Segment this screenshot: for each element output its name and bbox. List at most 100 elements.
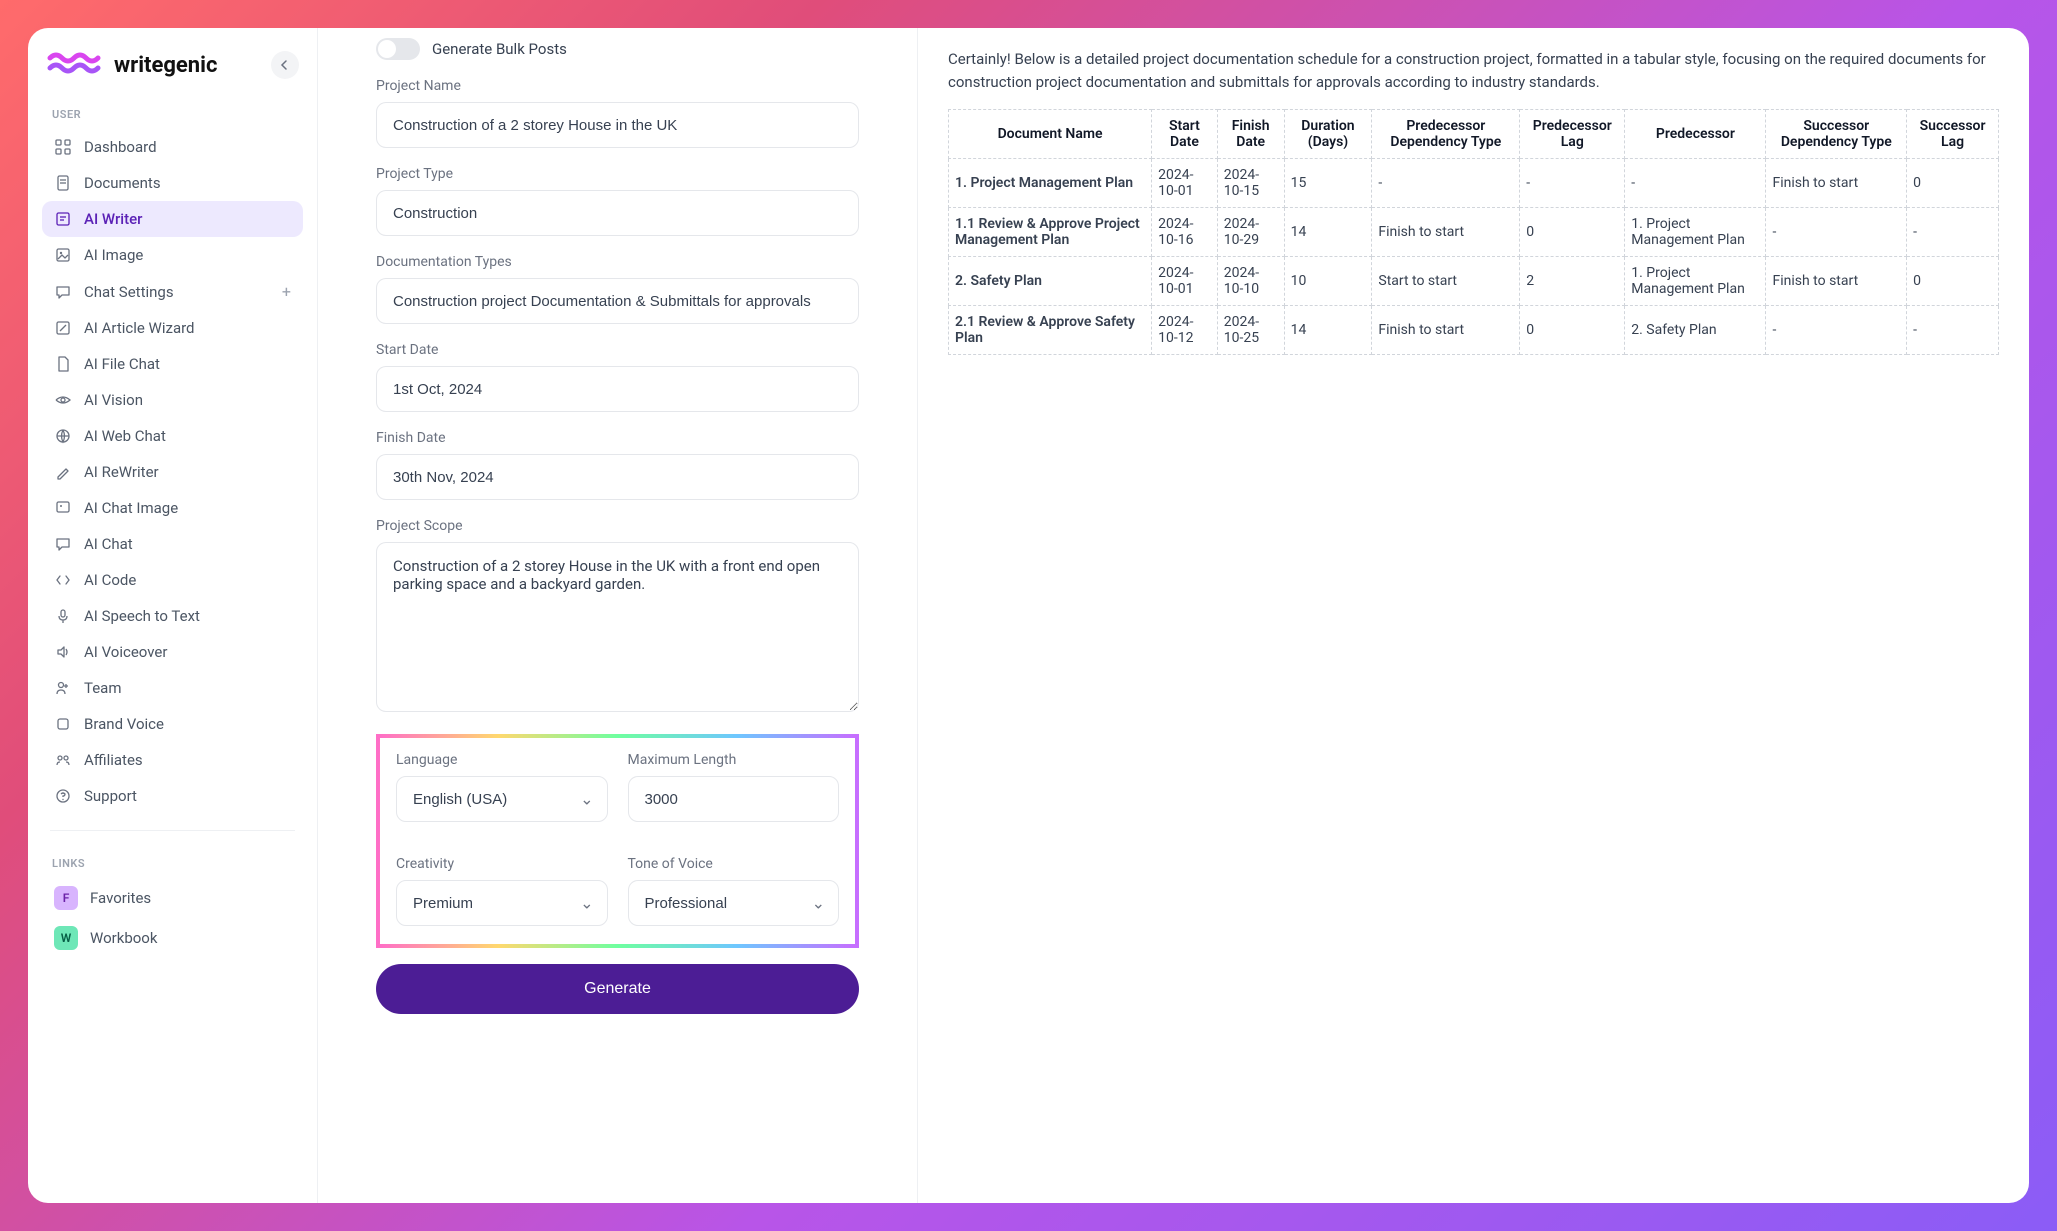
table-header-row: Document Name Start Date Finish Date Dur… [949,110,1999,159]
wand-icon [54,319,72,337]
sidebar-item-ai-vision[interactable]: AI Vision [42,382,303,418]
table-cell: 2024-10-15 [1217,159,1284,208]
th-duration: Duration (Days) [1284,110,1372,159]
sidebar-item-chat-settings[interactable]: Chat Settings + [42,273,303,310]
sidebar-item-ai-image[interactable]: AI Image [42,237,303,273]
image-icon [54,246,72,264]
sidebar-item-ai-writer[interactable]: AI Writer [42,201,303,237]
language-select[interactable] [396,776,608,822]
sidebar-item-ai-web-chat[interactable]: AI Web Chat [42,418,303,454]
table-cell: Finish to start [1372,306,1520,355]
sidebar-item-label: Support [84,787,137,805]
sidebar-link-label: Favorites [90,889,151,907]
output-table: Document Name Start Date Finish Date Dur… [948,109,1999,355]
table-row: 1. Project Management Plan2024-10-012024… [949,159,1999,208]
table-cell: - [1907,208,1999,257]
sidebar-section-links: LINKS [52,857,293,870]
start-date-input[interactable] [376,366,859,412]
output-panel: Certainly! Below is a detailed project d… [918,28,2029,1203]
sidebar-link-workbook[interactable]: W Workbook [42,918,303,958]
sidebar-link-label: Workbook [90,929,157,947]
chat-icon [54,283,72,301]
sidebar-item-team[interactable]: Team [42,670,303,706]
sidebar-item-ai-chat[interactable]: AI Chat [42,526,303,562]
creativity-select[interactable] [396,880,608,926]
sidebar-item-label: Chat Settings [84,283,174,301]
globe-icon [54,427,72,445]
table-cell: 1. Project Management Plan [1625,208,1766,257]
logo-row: writegenic [46,50,299,80]
sidebar-collapse-button[interactable] [271,51,299,79]
table-cell: 0 [1907,159,1999,208]
sidebar-item-ai-voiceover[interactable]: AI Voiceover [42,634,303,670]
generate-button[interactable]: Generate [376,964,859,1014]
language-label: Language [396,752,608,768]
logo-mark-icon [46,50,106,80]
divider [50,830,295,831]
bulk-toggle-row: Generate Bulk Posts [376,38,859,60]
logo[interactable]: writegenic [46,50,217,80]
th-finish-date: Finish Date [1217,110,1284,159]
table-cell: Start to start [1372,257,1520,306]
sidebar-item-ai-article-wizard[interactable]: AI Article Wizard [42,310,303,346]
sidebar-item-affiliates[interactable]: Affiliates [42,742,303,778]
bulk-toggle-label: Generate Bulk Posts [432,40,567,58]
doc-types-label: Documentation Types [376,254,859,270]
table-cell: - [1907,306,1999,355]
table-cell: 2024-10-01 [1152,159,1218,208]
sidebar-item-label: AI Web Chat [84,427,166,445]
sidebar-item-support[interactable]: Support [42,778,303,814]
team-icon [54,679,72,697]
table-cell: - [1766,306,1907,355]
sidebar-item-documents[interactable]: Documents [42,165,303,201]
tone-label: Tone of Voice [628,856,840,872]
chat-bubble-icon [54,535,72,553]
project-name-input[interactable] [376,102,859,148]
sidebar-item-label: AI Code [84,571,136,589]
sidebar-item-brand-voice[interactable]: Brand Voice [42,706,303,742]
sidebar-item-ai-chat-image[interactable]: AI Chat Image [42,490,303,526]
maxlen-label: Maximum Length [628,752,840,768]
table-cell: 2024-10-12 [1152,306,1218,355]
document-icon [54,174,72,192]
table-row: 2. Safety Plan2024-10-012024-10-1010Star… [949,257,1999,306]
file-icon [54,355,72,373]
table-cell: 2024-10-01 [1152,257,1218,306]
app-window: writegenic USER Dashboard Documents AI W… [28,28,2029,1203]
project-type-label: Project Type [376,166,859,182]
sidebar-item-ai-file-chat[interactable]: AI File Chat [42,346,303,382]
code-icon [54,571,72,589]
table-cell: 10 [1284,257,1372,306]
project-type-input[interactable] [376,190,859,236]
table-cell: 2. Safety Plan [1625,306,1766,355]
sidebar-item-ai-code[interactable]: AI Code [42,562,303,598]
sidebar-item-label: Dashboard [84,138,157,156]
scope-textarea[interactable] [376,542,859,712]
tone-select[interactable] [628,880,840,926]
grid-icon [54,138,72,156]
sidebar-item-ai-rewriter[interactable]: AI ReWriter [42,454,303,490]
sidebar-item-label: AI Writer [84,210,142,228]
eye-icon [54,391,72,409]
plus-icon: + [282,282,291,301]
table-cell: Finish to start [1766,257,1907,306]
sidebar-link-favorites[interactable]: F Favorites [42,878,303,918]
doc-types-input[interactable] [376,278,859,324]
sidebar-item-label: Documents [84,174,161,192]
sidebar-item-dashboard[interactable]: Dashboard [42,129,303,165]
sidebar-item-label: AI Vision [84,391,143,409]
options-highlight-box: Language ⌄ Maximum Length Creativity ⌄ [376,734,859,948]
sidebar-item-label: AI ReWriter [84,463,159,481]
maxlen-input[interactable] [628,776,840,822]
finish-date-input[interactable] [376,454,859,500]
table-row: 2.1 Review & Approve Safety Plan2024-10-… [949,306,1999,355]
form-panel: Generate Bulk Posts Project Name Project… [318,28,918,1203]
th-pred-dep-type: Predecessor Dependency Type [1372,110,1520,159]
bulk-toggle[interactable] [376,38,420,60]
table-cell: 15 [1284,159,1372,208]
logo-text: writegenic [114,53,217,78]
sidebar-item-ai-speech-to-text[interactable]: AI Speech to Text [42,598,303,634]
badge-icon [54,715,72,733]
sidebar: writegenic USER Dashboard Documents AI W… [28,28,318,1203]
sidebar-item-label: AI Article Wizard [84,319,195,337]
